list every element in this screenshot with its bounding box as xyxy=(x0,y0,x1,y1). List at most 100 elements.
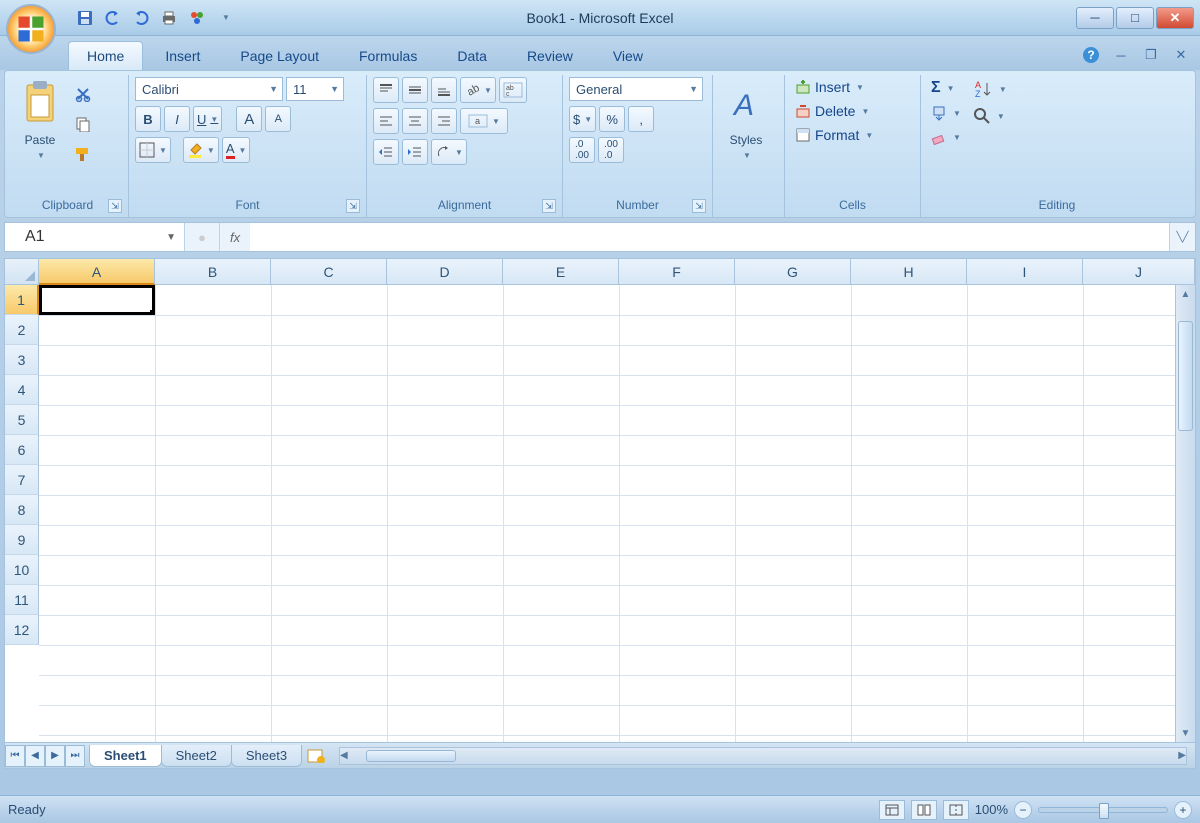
clipboard-dialog-launcher[interactable]: ⇲ xyxy=(108,199,122,213)
qat-undo-button[interactable] xyxy=(102,7,124,29)
office-button[interactable] xyxy=(6,4,56,54)
new-sheet-button[interactable] xyxy=(301,745,331,767)
expand-formula-bar-button[interactable]: ╲╱ xyxy=(1169,223,1195,251)
underline-button[interactable]: U▼ xyxy=(193,106,222,132)
vertical-scrollbar[interactable]: ▲ ▼ xyxy=(1175,285,1195,742)
paste-button[interactable]: Paste ▼ xyxy=(13,77,67,177)
align-bottom-button[interactable] xyxy=(431,77,457,103)
column-header[interactable]: D xyxy=(387,259,503,285)
tab-insert[interactable]: Insert xyxy=(147,42,218,70)
row-header[interactable]: 8 xyxy=(5,495,39,525)
qat-save-button[interactable] xyxy=(74,7,96,29)
italic-button[interactable]: I xyxy=(164,106,190,132)
wrap-text-button[interactable]: abc xyxy=(499,77,527,103)
next-sheet-button[interactable]: ▶ xyxy=(45,745,65,767)
active-cell[interactable] xyxy=(39,285,155,315)
scroll-left-button[interactable]: ◀ xyxy=(340,747,348,765)
orientation-button[interactable]: ab▼ xyxy=(460,77,496,103)
cell-grid[interactable] xyxy=(39,285,1175,742)
column-header[interactable]: I xyxy=(967,259,1083,285)
name-box[interactable]: A1▼ xyxy=(5,223,185,251)
decrease-decimal-button[interactable]: .00.0 xyxy=(598,137,624,163)
row-header[interactable]: 7 xyxy=(5,465,39,495)
zoom-knob[interactable] xyxy=(1099,803,1109,819)
align-right-button[interactable] xyxy=(431,108,457,134)
decrease-indent-button[interactable] xyxy=(373,139,399,165)
tab-home[interactable]: Home xyxy=(68,41,143,70)
format-painter-button[interactable] xyxy=(71,143,95,165)
number-dialog-launcher[interactable]: ⇲ xyxy=(692,199,706,213)
formula-input[interactable] xyxy=(250,223,1169,251)
orientation-alt-button[interactable]: ▼ xyxy=(431,139,467,165)
align-middle-button[interactable] xyxy=(402,77,428,103)
row-header[interactable]: 5 xyxy=(5,405,39,435)
alignment-dialog-launcher[interactable]: ⇲ xyxy=(542,199,556,213)
scroll-up-button[interactable]: ▲ xyxy=(1176,285,1195,303)
select-all-button[interactable] xyxy=(5,259,39,285)
fill-color-button[interactable]: ▼ xyxy=(183,137,219,163)
scroll-thumb[interactable] xyxy=(1178,321,1193,431)
font-name-combo[interactable]: Calibri▼ xyxy=(135,77,283,101)
workbook-close-button[interactable]: ✕ xyxy=(1172,46,1190,64)
last-sheet-button[interactable]: ⏭ xyxy=(65,745,85,767)
increase-decimal-button[interactable]: .0.00 xyxy=(569,137,595,163)
column-header[interactable]: B xyxy=(155,259,271,285)
font-color-button[interactable]: A▼ xyxy=(222,137,251,163)
maximize-button[interactable]: □ xyxy=(1116,7,1154,29)
bold-button[interactable]: B xyxy=(135,106,161,132)
row-header[interactable]: 10 xyxy=(5,555,39,585)
copy-button[interactable] xyxy=(71,113,95,135)
row-header[interactable]: 2 xyxy=(5,315,39,345)
currency-button[interactable]: $▼ xyxy=(569,106,596,132)
find-select-button[interactable]: ▼ xyxy=(969,105,1011,127)
row-header[interactable]: 11 xyxy=(5,585,39,615)
merge-center-button[interactable]: a▼ xyxy=(460,108,508,134)
row-header[interactable]: 1 xyxy=(5,285,39,315)
qat-quickstyle-button[interactable] xyxy=(186,7,208,29)
align-left-button[interactable] xyxy=(373,108,399,134)
sort-filter-button[interactable]: AZ▼ xyxy=(969,77,1011,101)
tab-page-layout[interactable]: Page Layout xyxy=(222,42,337,70)
clear-button[interactable]: ▼ xyxy=(927,127,965,147)
grow-font-button[interactable]: A xyxy=(236,106,262,132)
align-top-button[interactable] xyxy=(373,77,399,103)
first-sheet-button[interactable]: ⏮ xyxy=(5,745,25,767)
autosum-button[interactable]: Σ▼ xyxy=(927,77,965,99)
shrink-font-button[interactable]: A xyxy=(265,106,291,132)
workbook-restore-button[interactable]: ❐ xyxy=(1142,46,1160,64)
normal-view-button[interactable] xyxy=(879,800,905,820)
tab-formulas[interactable]: Formulas xyxy=(341,42,435,70)
column-header[interactable]: A xyxy=(39,259,155,285)
increase-indent-button[interactable] xyxy=(402,139,428,165)
sheet-tab[interactable]: Sheet2 xyxy=(161,745,232,767)
column-header[interactable]: J xyxy=(1083,259,1195,285)
zoom-level[interactable]: 100% xyxy=(975,802,1008,817)
column-header[interactable]: C xyxy=(271,259,387,285)
qat-redo-button[interactable] xyxy=(130,7,152,29)
fx-label[interactable]: fx xyxy=(220,230,250,245)
scroll-right-button[interactable]: ▶ xyxy=(1178,747,1186,765)
minimize-button[interactable]: ─ xyxy=(1076,7,1114,29)
column-header[interactable]: H xyxy=(851,259,967,285)
insert-cells-button[interactable]: Insert▼ xyxy=(791,77,914,97)
align-center-button[interactable] xyxy=(402,108,428,134)
column-header[interactable]: E xyxy=(503,259,619,285)
zoom-slider[interactable] xyxy=(1038,807,1168,813)
row-header[interactable]: 3 xyxy=(5,345,39,375)
number-format-combo[interactable]: General▼ xyxy=(569,77,703,101)
font-dialog-launcher[interactable]: ⇲ xyxy=(346,199,360,213)
row-header[interactable]: 9 xyxy=(5,525,39,555)
row-header[interactable]: 6 xyxy=(5,435,39,465)
close-button[interactable]: ✕ xyxy=(1156,7,1194,29)
row-header[interactable]: 4 xyxy=(5,375,39,405)
tab-data[interactable]: Data xyxy=(439,42,505,70)
tab-view[interactable]: View xyxy=(595,42,661,70)
fill-button[interactable]: ▼ xyxy=(927,103,965,123)
page-break-view-button[interactable] xyxy=(943,800,969,820)
comma-button[interactable]: , xyxy=(628,106,654,132)
font-size-combo[interactable]: 11▼ xyxy=(286,77,344,101)
prev-sheet-button[interactable]: ◀ xyxy=(25,745,45,767)
horizontal-scrollbar[interactable]: ◀ ▶ xyxy=(339,747,1187,765)
qat-print-button[interactable] xyxy=(158,7,180,29)
column-header[interactable]: G xyxy=(735,259,851,285)
